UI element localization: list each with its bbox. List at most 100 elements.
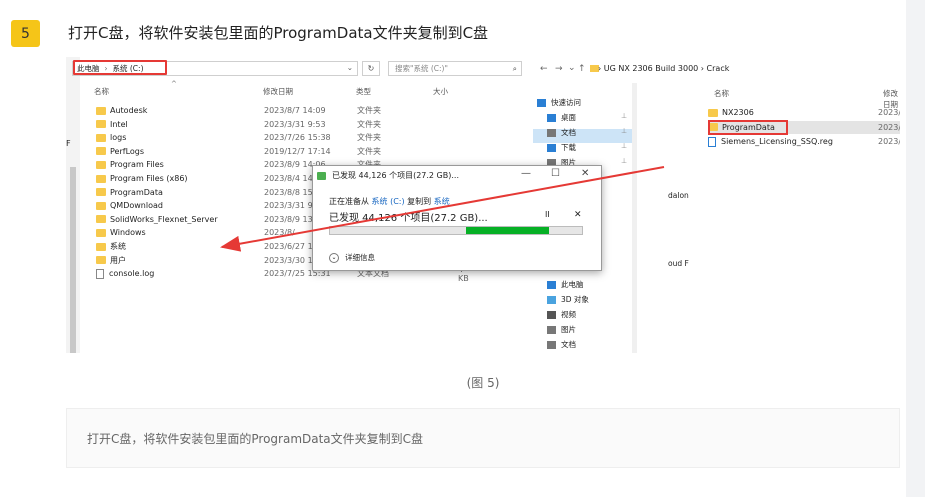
line-mid: 复制到 xyxy=(407,197,432,206)
file-row[interactable]: PerfLogs 2019/12/7 17:14 文件夹 xyxy=(96,145,426,158)
breadcrumb-crack[interactable]: Crack xyxy=(707,64,730,73)
file-type: 文件夹 xyxy=(357,119,381,129)
column-name[interactable]: 名称 xyxy=(714,88,729,99)
folder-icon xyxy=(96,256,106,265)
file-row[interactable]: logs 2023/7/26 15:38 文件夹 xyxy=(96,131,426,144)
picture-icon xyxy=(547,325,556,334)
breadcrumb-ugnx[interactable]: UG NX 2306 Build 3000 xyxy=(604,64,699,73)
progress-bar xyxy=(329,226,583,235)
file-row[interactable]: NX2306 2023/8/9 13:54 xyxy=(708,106,900,119)
up-arrow-icon[interactable]: ↑ xyxy=(578,64,586,74)
file-row[interactable]: Siemens_Licensing_SSQ.reg 2023/1/28 19:47 xyxy=(708,135,900,148)
source-link[interactable]: 系统 (C:) xyxy=(372,197,405,206)
chevron-down-icon[interactable]: ⌄ xyxy=(347,63,353,72)
step-note: 打开C盘，将软件安装包里面的ProgramData文件夹复制到C盘 xyxy=(66,408,900,468)
folder-icon xyxy=(96,228,106,237)
nav-item-label: 桌面 xyxy=(561,113,576,122)
registry-file-icon xyxy=(708,136,716,147)
partial-text: dalon xyxy=(668,191,689,200)
nav-item[interactable]: 下载 xyxy=(547,142,576,153)
file-date: 2023/3/31 9:53 xyxy=(264,119,326,129)
pause-icon[interactable]: II xyxy=(545,210,550,219)
desktop-icon xyxy=(547,113,556,122)
nav-item[interactable]: 视频 xyxy=(547,309,576,320)
folder-icon xyxy=(96,133,106,142)
document-icon xyxy=(547,128,556,137)
programdata-highlight-box xyxy=(708,120,788,135)
file-type: 文件夹 xyxy=(357,133,381,143)
file-name: Intel xyxy=(110,119,128,129)
nav-item-label: 视频 xyxy=(561,310,576,319)
chevron-right-icon: › xyxy=(700,64,704,73)
folder-icon xyxy=(96,215,106,224)
pin-icon[interactable]: ⊥ xyxy=(621,112,627,120)
details-toggle[interactable]: ⌄ 详细信息 xyxy=(329,252,375,263)
nav-item-label: 文档 xyxy=(561,340,576,349)
computer-icon xyxy=(547,280,556,289)
sort-up-icon: ^ xyxy=(171,80,177,88)
maximize-icon[interactable]: ☐ xyxy=(551,168,560,179)
file-date: 2023/1/28 19:47 xyxy=(878,137,900,146)
minimize-icon[interactable]: — xyxy=(521,168,531,179)
file-date: 2023/8/9 13:54 xyxy=(878,122,900,132)
nav-item-label: 下载 xyxy=(561,143,576,152)
file-name: console.log xyxy=(109,269,155,279)
nav-item[interactable]: 图片 xyxy=(547,324,576,335)
file-date: 2023/8/9 13: xyxy=(264,214,316,224)
file-date: 2023/3/30 1 xyxy=(264,255,313,265)
progress-fill xyxy=(466,227,550,234)
left-scrollbar[interactable] xyxy=(66,57,80,353)
cube-icon xyxy=(547,295,556,304)
refresh-icon[interactable]: ↻ xyxy=(362,61,380,76)
file-date: 2023/8/8 15: xyxy=(264,187,316,197)
folder-icon xyxy=(96,106,106,115)
file-row[interactable]: Autodesk 2023/8/7 14:09 文件夹 xyxy=(96,104,426,117)
nav-item[interactable]: 桌面 xyxy=(547,112,576,123)
nav-item[interactable]: 文档 xyxy=(547,339,576,350)
file-name: 系统 xyxy=(110,242,126,251)
file-name: SolidWorks_Flexnet_Server xyxy=(110,214,218,224)
folder-icon xyxy=(96,188,106,197)
recent-dropdown-icon[interactable]: ⌄ xyxy=(568,63,576,73)
details-label: 详细信息 xyxy=(345,253,375,262)
nav-pane-scrollbar[interactable] xyxy=(632,83,637,353)
nav-item-label: 快速访问 xyxy=(551,98,581,107)
star-icon xyxy=(537,98,546,107)
back-arrow-icon[interactable]: ← xyxy=(540,64,548,74)
cancel-icon[interactable]: ✕ xyxy=(574,210,582,220)
column-date[interactable]: 修改日期 xyxy=(263,86,293,97)
breadcrumb[interactable]: › UG NX 2306 Build 3000 › Crack xyxy=(598,64,729,73)
file-date: 2023/8/ xyxy=(264,228,295,238)
dest-link[interactable]: 系统 xyxy=(434,197,450,206)
column-name[interactable]: 名称 xyxy=(94,86,109,97)
folder-icon xyxy=(96,120,106,129)
file-name: PerfLogs xyxy=(110,146,145,156)
nav-item[interactable]: 文档 xyxy=(547,127,576,138)
nav-item[interactable]: 3D 对象 xyxy=(547,294,589,305)
column-type[interactable]: 类型 xyxy=(356,86,371,97)
nav-item-label: 文档 xyxy=(561,128,576,137)
close-icon[interactable]: ✕ xyxy=(581,168,589,179)
file-name: Program Files xyxy=(110,160,164,170)
search-placeholder: 搜索"系统 (C:)" xyxy=(395,64,448,73)
pin-icon[interactable]: ⊥ xyxy=(621,157,627,165)
pin-icon[interactable]: ⊥ xyxy=(621,142,627,150)
search-input[interactable]: 搜索"系统 (C:)" ⌕ xyxy=(388,61,522,76)
file-name: Program Files (x86) xyxy=(110,174,188,183)
folder-icon xyxy=(96,201,106,210)
file-date: 2023/8/4 14: xyxy=(264,174,316,183)
chevron-down-icon: ⌄ xyxy=(329,252,339,263)
forward-arrow-icon[interactable]: → xyxy=(555,64,563,74)
file-name: logs xyxy=(110,133,127,143)
file-name: Windows xyxy=(110,228,146,238)
nav-item[interactable]: 快速访问 xyxy=(537,97,581,108)
file-name: Autodesk xyxy=(110,106,148,115)
copy-icon xyxy=(317,171,326,180)
pin-icon[interactable]: ⊥ xyxy=(621,127,627,135)
file-row[interactable]: Intel 2023/3/31 9:53 文件夹 xyxy=(96,118,426,131)
file-date: 2023/8/9 13:54 xyxy=(878,108,900,117)
search-icon: ⌕ xyxy=(512,64,517,73)
column-size[interactable]: 大小 xyxy=(433,86,448,97)
file-date: 2023/8/7 14:09 xyxy=(264,106,326,115)
nav-item[interactable]: 此电脑 xyxy=(547,279,584,290)
